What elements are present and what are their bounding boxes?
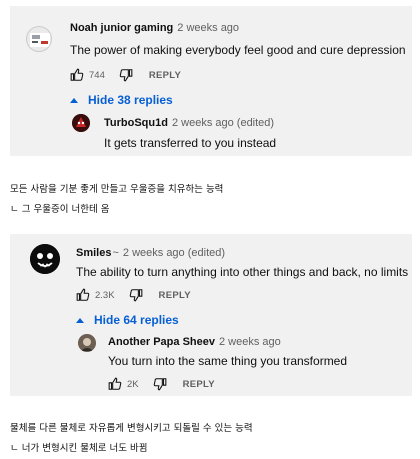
avatar[interactable] — [26, 26, 52, 52]
like-count: 2.3K — [95, 289, 115, 301]
comment-author: Noah junior gaming 2 weeks ago — [70, 22, 239, 34]
thumbs-down-icon[interactable] — [129, 288, 143, 302]
avatar[interactable] — [30, 244, 60, 274]
like-count: 744 — [89, 69, 105, 81]
reply-avatar[interactable] — [72, 114, 90, 132]
comment-text: The power of making everybody feel good … — [70, 43, 406, 57]
reply-text: You turn into the same thing you transfo… — [108, 354, 348, 368]
thumbs-up-icon[interactable] — [70, 68, 84, 82]
comment-time[interactable]: 2 weeks ago (edited) — [123, 247, 225, 259]
reply-actions: 2K REPLY — [108, 377, 215, 391]
hide-replies-button[interactable]: Hide 64 replies — [76, 313, 179, 327]
translation-line: ㄴ 그 우울증이 너한테 옴 — [10, 204, 110, 215]
hide-replies-label: Hide 64 replies — [94, 313, 179, 327]
reply-author: Another Papa Sheev 2 weeks ago — [108, 336, 281, 348]
author-name[interactable]: Smiles — [76, 247, 111, 259]
thumbs-down-icon[interactable] — [153, 377, 167, 391]
comment-actions: 744 REPLY — [70, 68, 181, 82]
thumbs-down-icon[interactable] — [119, 68, 133, 82]
comment-card: Noah junior gaming 2 weeks ago The power … — [10, 6, 412, 156]
caret-up-icon — [70, 97, 78, 103]
comment-text: The ability to turn anything into other … — [76, 265, 409, 279]
author-name[interactable]: Another Papa Sheev — [108, 336, 215, 348]
comment-card: Smiles~ 2 weeks ago (edited) The ability … — [10, 234, 412, 396]
translation-line: ㄴ 너가 변형시킨 물체로 너도 바뀜 — [10, 443, 148, 454]
hide-replies-label: Hide 38 replies — [88, 93, 173, 107]
comment-time[interactable]: 2 weeks ago (edited) — [172, 117, 274, 129]
author-decoration: ~ — [112, 247, 119, 259]
translation-line: 모든 사람을 기분 좋게 만들고 우울증을 치유하는 능력 — [10, 184, 224, 195]
author-name[interactable]: Noah junior gaming — [70, 22, 173, 34]
comment-actions: 2.3K REPLY — [76, 288, 191, 302]
reply-button[interactable]: REPLY — [159, 290, 191, 301]
hide-replies-button[interactable]: Hide 38 replies — [70, 93, 173, 107]
reply-button[interactable]: REPLY — [183, 379, 215, 390]
comment-time[interactable]: 2 weeks ago — [177, 22, 239, 34]
translation-line: 물체를 다른 물체로 자유롭게 변형시키고 되돌릴 수 있는 능력 — [10, 423, 253, 434]
reply-avatar[interactable] — [78, 334, 96, 352]
reply-button[interactable]: REPLY — [149, 70, 181, 81]
reply-author: TurboSqu1d 2 weeks ago (edited) — [104, 117, 274, 129]
reply-text: It gets transferred to you instead — [104, 136, 277, 150]
thumbs-up-icon[interactable] — [108, 377, 122, 391]
thumbs-up-icon[interactable] — [76, 288, 90, 302]
comment-time[interactable]: 2 weeks ago — [219, 336, 281, 348]
caret-up-icon — [76, 317, 84, 323]
comment-author: Smiles~ 2 weeks ago (edited) — [76, 247, 225, 259]
like-count: 2K — [127, 378, 139, 390]
author-name[interactable]: TurboSqu1d — [104, 117, 168, 129]
